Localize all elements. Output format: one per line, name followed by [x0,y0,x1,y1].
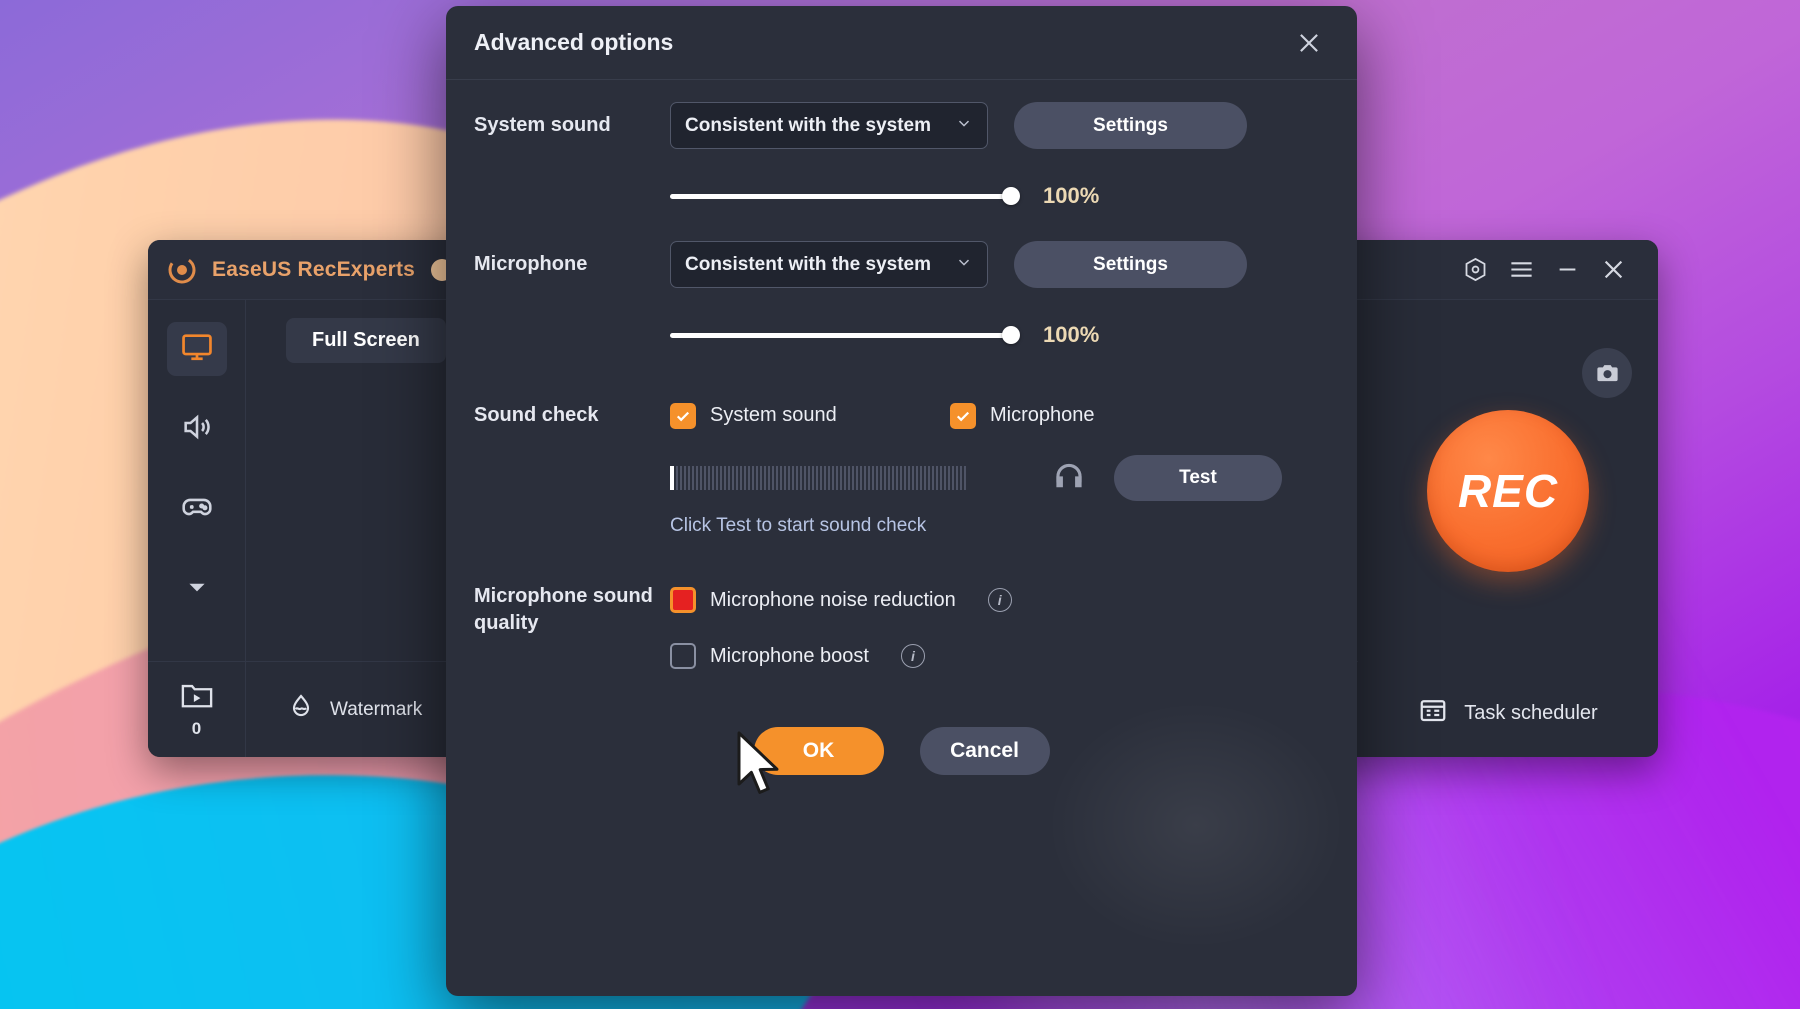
sound-test-button[interactable]: Test [1114,455,1282,501]
microphone-volume-knob[interactable] [1002,326,1020,344]
info-icon[interactable]: i [987,588,1012,612]
menu-hamburger-icon[interactable] [1498,247,1544,293]
checkbox-unchecked-icon [670,643,696,669]
watermark-label: Watermark [330,698,423,720]
dialog-actions: OK Cancel [474,727,1329,775]
checkbox-pressed-icon [670,587,696,613]
microphone-row: Microphone Consistent with the system Se… [474,241,1329,288]
checkbox-checked-icon [670,402,696,429]
sound-check-microphone[interactable]: Microphone [950,402,1095,429]
watermark-drop-icon [286,692,316,728]
microphone-boost-label: Microphone boost [710,644,869,667]
microphone-device-value: Consistent with the system [685,253,931,275]
capture-mode-button[interactable]: Full Screen [286,318,446,363]
cancel-button[interactable]: Cancel [919,727,1050,775]
microphone-label: Microphone [474,253,588,275]
system-sound-volume-value: 100% [1043,183,1100,208]
chevron-down-icon [955,114,973,137]
folder-play-icon [180,680,214,715]
task-scheduler-label: Task scheduler [1464,701,1598,724]
mic-quality-block: Microphone sound quality Microphone nois… [474,583,1329,669]
dialog-titlebar: Advanced options [446,6,1357,80]
sidebar-item-audio[interactable] [167,402,227,456]
record-button-label: REC [1457,465,1559,517]
microphone-volume-value: 100% [1043,322,1100,347]
microphone-volume-slider[interactable] [670,326,1020,344]
info-icon[interactable]: i [900,644,925,668]
dialog-title: Advanced options [474,29,674,55]
headphone-icon [1052,459,1086,498]
mic-quality-label: Microphone sound quality [474,585,653,634]
sound-check-row: Sound check System sound Microphone [474,402,1329,429]
monitor-icon [180,330,214,369]
easeus-ring-logo-icon [166,254,198,286]
microphone-boost[interactable]: Microphone boost i [670,643,1012,669]
sidebar-item-screen[interactable] [166,322,227,376]
microphone-noise-reduction-label: Microphone noise reduction [710,588,956,611]
app-title: EaseUS RecExperts [212,257,416,281]
recordings-list-button[interactable]: 0 [148,661,246,757]
mic-quality-options: Microphone noise reduction i Microphone … [670,583,1012,669]
task-scheduler-button[interactable]: Task scheduler [1358,695,1658,731]
app-sidebar: 0 [148,300,246,757]
microphone-settings-button[interactable]: Settings [1014,241,1247,288]
system-sound-settings-button[interactable]: Settings [1014,102,1247,149]
system-sound-volume-slider[interactable] [670,187,1020,205]
chevron-down-icon [184,574,210,605]
system-sound-row: System sound Consistent with the system … [474,102,1329,149]
calendar-icon [1418,695,1448,731]
sound-level-meter [670,466,1014,490]
camera-icon[interactable] [1582,348,1632,398]
recordings-count: 0 [191,719,202,738]
sound-check-system-sound[interactable]: System sound [670,402,950,429]
system-sound-device-select[interactable]: Consistent with the system [670,102,988,149]
close-icon[interactable] [1287,21,1331,65]
watermark-button[interactable]: Watermark [286,692,422,728]
sound-check-label: Sound check [474,404,599,426]
sound-check-microphone-label: Microphone [990,404,1095,426]
sound-level-row: Test [670,455,1329,501]
sidebar-item-game[interactable] [167,482,227,536]
system-sound-volume-row: 100% [670,183,1329,209]
speaker-icon [180,410,214,449]
sound-check-hint: Click Test to start sound check [670,515,927,536]
gamepad-icon [180,490,214,529]
system-sound-volume-knob[interactable] [1002,187,1020,205]
app-right-panel: REC Task scheduler [1358,300,1658,757]
settings-hex-icon[interactable] [1452,247,1498,293]
dialog-body: System sound Consistent with the system … [446,80,1357,950]
advanced-options-dialog: Advanced options System sound Consistent… [446,6,1357,996]
sound-check-system-sound-label: System sound [710,404,837,426]
microphone-noise-reduction[interactable]: Microphone noise reduction i [670,587,1012,613]
system-sound-label: System sound [474,114,611,136]
system-sound-device-value: Consistent with the system [685,114,931,136]
minimize-icon[interactable] [1544,247,1590,293]
checkbox-checked-icon [950,402,976,429]
record-button[interactable]: REC [1427,410,1589,572]
microphone-device-select[interactable]: Consistent with the system [670,241,988,288]
ok-button[interactable]: OK [753,727,884,775]
microphone-volume-row: 100% [670,322,1329,348]
close-icon[interactable] [1590,247,1636,293]
sidebar-item-more[interactable] [167,562,227,616]
chevron-down-icon [955,253,973,276]
